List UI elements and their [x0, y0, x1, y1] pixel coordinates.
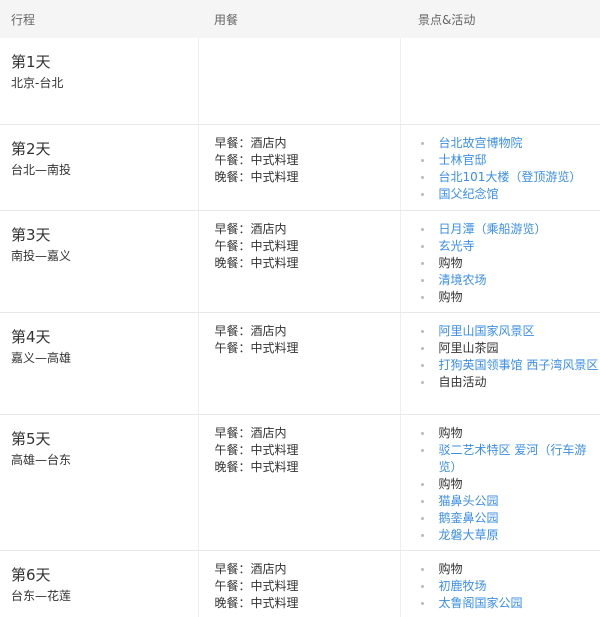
spot-link[interactable]: 打狗英国领事馆 西子湾风景区 — [419, 357, 600, 374]
spot-item: 阿里山茶园 — [419, 340, 600, 357]
spot-link[interactable]: 驳二艺术特区 爱河（行车游览） — [419, 442, 600, 476]
meals-cell — [197, 38, 400, 125]
meal-line: 早餐：酒店内 — [214, 425, 287, 440]
table-header-row: 行程 用餐 景点&活动 — [0, 0, 600, 38]
meal-line: 晚餐：中式料理 — [214, 459, 299, 474]
meal-line: 早餐：酒店内 — [214, 221, 287, 236]
day-title: 第2天 — [11, 139, 51, 158]
day-cell: 第2天台北—南投 — [0, 124, 198, 211]
table-row: 第2天 台北—南投 早餐：酒店内 午餐：中式料理 晚餐：中式料理 台北故宫博物院 士林官邸台… — [0, 124, 600, 211]
meal-line: 晚餐：中式料理 — [214, 169, 299, 184]
spot-link[interactable]: 国父纪念馆 — [419, 186, 600, 203]
meals-cell: 早餐：酒店内 午餐：中式料理 晚餐：中式料理 — [197, 210, 400, 313]
table-row: 第1天北京-台北 — [0, 38, 600, 125]
spots-list: 日月潭（乘船游览） 玄光寺 购物 清境农场 购物 — [419, 221, 600, 306]
spot-link[interactable]: 台北101大楼（登顶游览） — [419, 169, 600, 186]
spot-item: 购物 — [419, 425, 600, 442]
spot-link[interactable]: 清境农场 — [419, 272, 600, 289]
meal-line: 午餐：中式料理 — [214, 238, 299, 253]
day-title: 第3天 — [11, 225, 51, 244]
meal-line: 早餐：酒店内 — [214, 135, 287, 150]
spot-item: 购物 — [419, 561, 600, 578]
header-meals: 用餐 — [198, 0, 400, 38]
header-spots-activities: 景点&活动 — [400, 0, 600, 38]
day-title: 第5天 — [11, 429, 51, 448]
spots-list: 阿里山国家风景区 阿里山茶园 打狗英国领事馆 西子湾风景区 自由活动 — [419, 323, 600, 391]
day-route: 北京-台北 — [11, 76, 64, 90]
meal-line: 午餐：中式料理 — [214, 152, 299, 167]
spots-cell: 阿里山国家风景区 阿里山茶园 打狗英国领事馆 西子湾风景区 自由活动 — [399, 312, 600, 415]
spots-list: 台北故宫博物院 士林官邸 台北101大楼（登顶游览） 国父纪念馆 — [419, 135, 600, 203]
day-title: 第6天 — [11, 565, 51, 584]
meal-line: 午餐：中式料理 — [214, 442, 299, 457]
day-cell: 第5天高雄—台东 — [0, 414, 198, 551]
spots-cell: 购物 初鹿牧场 太鲁阁国家公园 — [399, 550, 600, 617]
spot-item: 购物 — [419, 476, 600, 493]
spots-cell — [399, 38, 600, 125]
day-route: 台东—花莲 — [11, 588, 72, 603]
spot-link[interactable]: 鹅銮鼻公园 — [419, 510, 600, 527]
spots-cell: 日月潭（乘船游览） 玄光寺 购物 清境农场 购物 — [399, 210, 600, 313]
meal-line: 早餐：酒店内 — [214, 323, 287, 338]
meals-cell: 早餐：酒店内 午餐：中式料理 晚餐：中式料理 — [197, 414, 400, 551]
itinerary-table: 行程 用餐 景点&活动 第1天 北京-台北 第2天 台北—南投 早餐：酒店内 午餐：中式料… — [0, 0, 600, 617]
meal-line: 早餐：酒店内 — [214, 561, 287, 576]
spot-link[interactable]: 初鹿牧场 — [419, 578, 600, 595]
spot-item: 购物 — [419, 255, 600, 272]
meal-line: 午餐：中式料理 — [214, 578, 299, 593]
day-title: 第1天 — [11, 53, 51, 71]
day-cell: 第4天嘉义—高雄 — [0, 312, 198, 415]
day-cell: 第6天台东—花莲 — [0, 550, 198, 617]
day-title: 第4天 — [11, 327, 51, 346]
spot-link[interactable]: 龙磐大草原 — [419, 527, 600, 544]
meals-cell: 早餐：酒店内 午餐：中式料理 — [197, 312, 400, 415]
day-cell: 第3天南投—嘉义 — [0, 210, 198, 313]
spot-link[interactable]: 太鲁阁国家公园 — [419, 595, 600, 612]
spot-link[interactable]: 玄光寺 — [419, 238, 600, 255]
spot-item: 购物 — [419, 289, 600, 306]
spot-link[interactable]: 日月潭（乘船游览） — [419, 221, 600, 238]
spot-link[interactable]: 台北故宫博物院 — [419, 135, 600, 152]
spot-link[interactable]: 猫鼻头公园 — [419, 493, 600, 510]
day-cell: 第1天北京-台北 — [0, 38, 198, 125]
table-row: 第4天 嘉义—高雄 早餐：酒店内 午餐：中式料理 阿里山国家风景区 阿里山茶园 打狗英国领事… — [0, 312, 600, 415]
header-itinerary: 行程 — [0, 0, 198, 38]
meal-line: 晚餐：中式料理 — [214, 595, 299, 610]
day-route: 嘉义—高雄 — [11, 350, 72, 365]
meals-cell: 早餐：酒店内 午餐：中式料理 晚餐：中式料理 — [197, 124, 400, 211]
table-row: 第6天 台东—花莲 早餐：酒店内 午餐：中式料理 晚餐：中式料理 购物 初鹿牧场 太鲁阁国家公… — [0, 550, 600, 617]
table-row: 第5天 高雄—台东 早餐：酒店内 午餐：中式料理 晚餐：中式料理 购物 驳二艺术特区 爱河（… — [0, 414, 600, 551]
meal-line: 晚餐：中式料理 — [214, 255, 299, 270]
table-row: 第3天 南投—嘉义 早餐：酒店内 午餐：中式料理 晚餐：中式料理 日月潭（乘船游览） 玄光寺… — [0, 210, 600, 313]
spots-list: 购物 驳二艺术特区 爱河（行车游览） 购物 猫鼻头公园 鹅銮鼻公园 龙磐大草原 — [419, 425, 600, 544]
spot-link[interactable]: 阿里山国家风景区 — [419, 323, 600, 340]
day-route: 南投—嘉义 — [11, 248, 72, 263]
spots-cell: 购物 驳二艺术特区 爱河（行车游览） 购物 猫鼻头公园 鹅銮鼻公园 龙磐大草原 — [399, 414, 600, 551]
spots-cell: 台北故宫博物院 士林官邸 台北101大楼（登顶游览） 国父纪念馆 — [399, 124, 600, 211]
meals-cell: 早餐：酒店内 午餐：中式料理 晚餐：中式料理 — [197, 550, 400, 617]
spot-link[interactable]: 士林官邸 — [419, 152, 600, 169]
spots-list: 购物 初鹿牧场 太鲁阁国家公园 — [419, 561, 600, 612]
spot-item: 自由活动 — [419, 374, 600, 391]
day-route: 台北—南投 — [11, 162, 72, 177]
meal-line: 午餐：中式料理 — [214, 340, 299, 355]
day-route: 高雄—台东 — [11, 452, 72, 467]
